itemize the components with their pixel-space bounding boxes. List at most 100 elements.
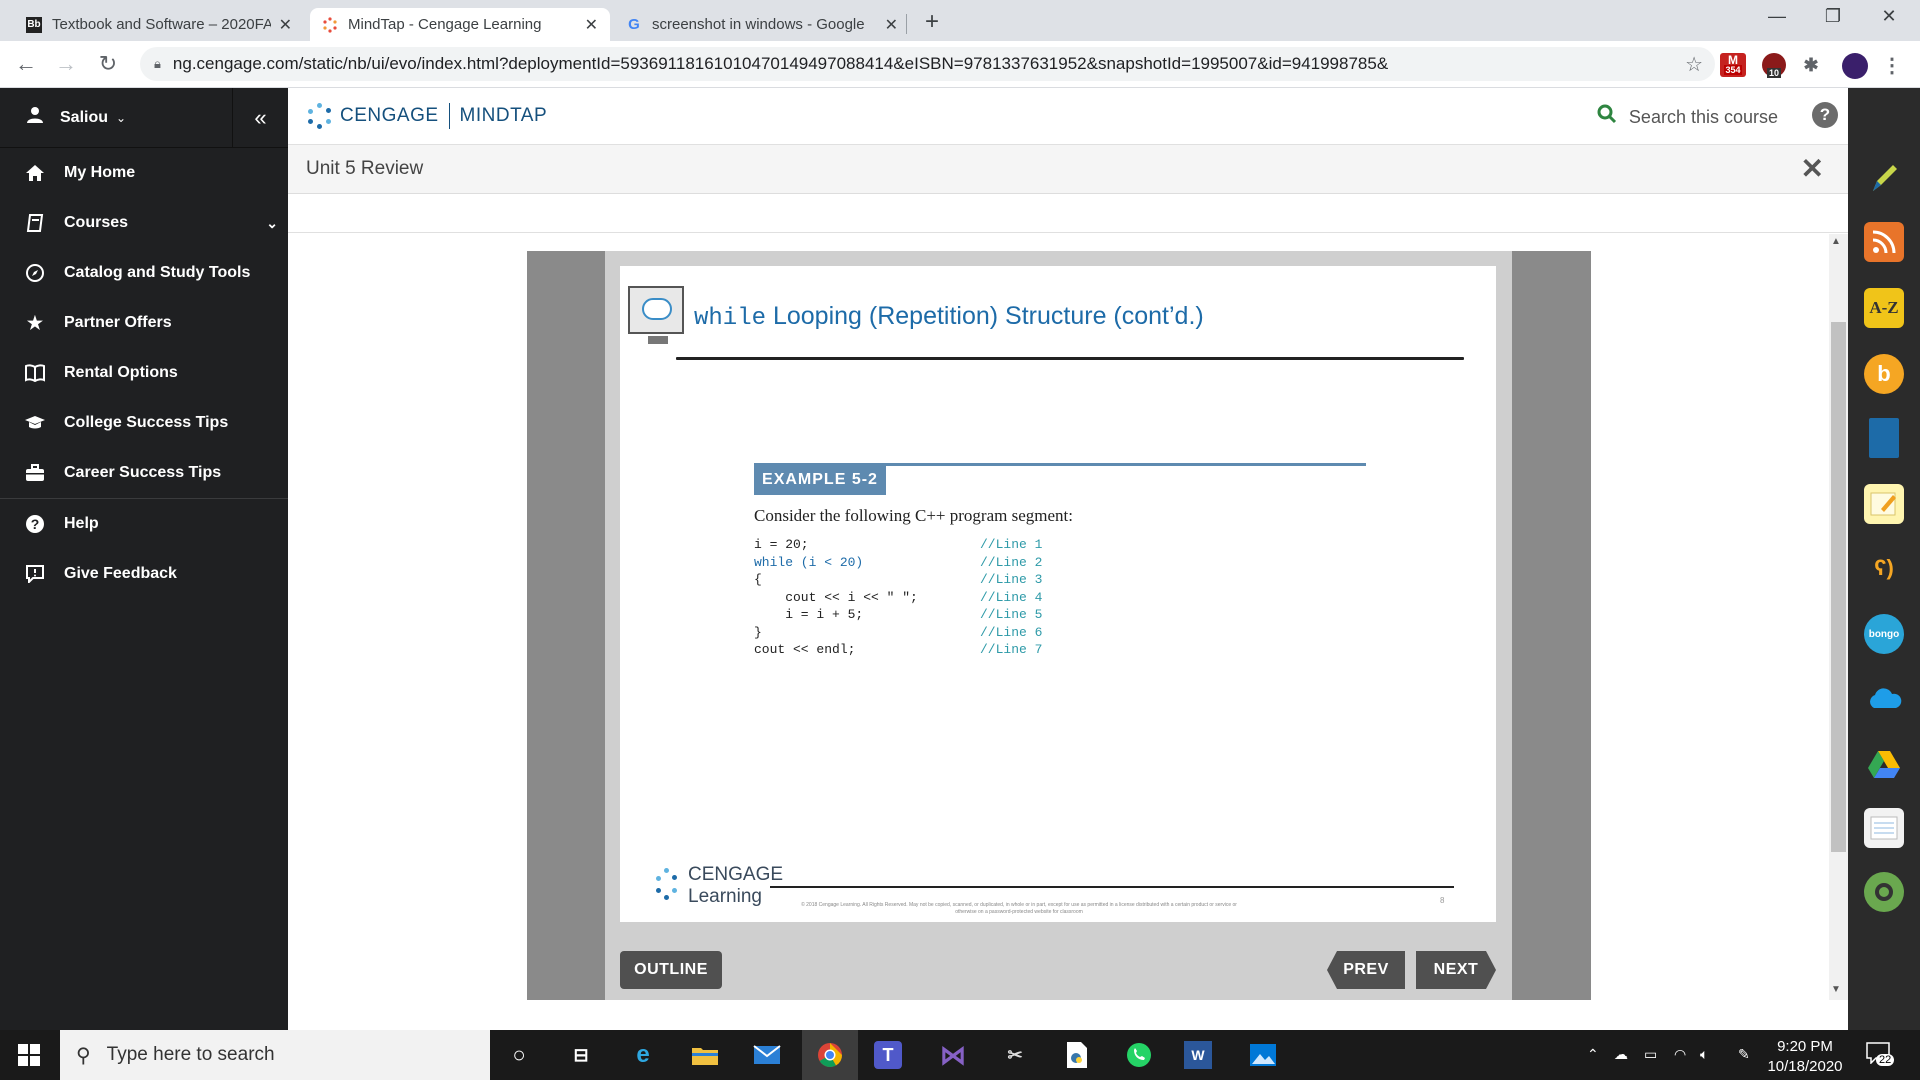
extension-badge-icon[interactable]: 10	[1762, 53, 1786, 78]
browser-menu-icon[interactable]: ⋮	[1882, 53, 1902, 77]
file-explorer-icon[interactable]	[688, 1039, 722, 1071]
sidebar-item-courses[interactable]: Courses ⌄	[0, 198, 288, 248]
outline-button[interactable]: OUTLINE	[620, 951, 722, 989]
collapse-sidebar-button[interactable]: «	[232, 88, 288, 148]
visual-studio-icon[interactable]: ⋈	[936, 1039, 970, 1071]
close-window-icon[interactable]: ✕	[1877, 6, 1901, 27]
cengage-dots-icon	[654, 868, 680, 904]
double-chevron-left-icon: «	[254, 105, 267, 130]
teams-icon[interactable]: T	[874, 1041, 902, 1069]
close-tab-icon[interactable]: ✕	[885, 15, 898, 35]
onedrive-tray-icon[interactable]: ☁	[1614, 1046, 1628, 1063]
code-comment: //Line 7	[980, 642, 1043, 657]
scroll-up-arrow-icon[interactable]: ▲	[1831, 236, 1841, 247]
chevron-down-icon: ⌄	[266, 214, 278, 231]
activity-title-bar: Unit 5 Review ✕	[288, 145, 1848, 194]
clock-time: 9:20 PM	[1777, 1038, 1833, 1055]
tab-title: MindTap - Cengage Learning	[348, 16, 542, 33]
slide: while Looping (Repetition) Structure (co…	[620, 266, 1496, 922]
prev-button[interactable]: PREV	[1327, 951, 1405, 989]
help-button[interactable]: ?	[1812, 102, 1838, 128]
slide-title-code: while	[694, 305, 767, 332]
windows-start-icon[interactable]	[18, 1044, 40, 1066]
sidebar-item-my-home[interactable]: My Home	[0, 148, 288, 198]
battery-icon[interactable]: ▭	[1644, 1046, 1657, 1063]
app-circle-icon[interactable]	[1864, 872, 1904, 912]
app-header: CENGAGE MINDTAP Search this course ?	[288, 88, 1848, 145]
photos-icon[interactable]	[1246, 1039, 1280, 1071]
tab-separator	[906, 14, 907, 34]
sidebar-item-partner-offers[interactable]: ★ Partner Offers	[0, 298, 288, 348]
briefcase-icon	[24, 462, 46, 484]
search-label: Search this course	[1628, 106, 1778, 127]
tab-title: screenshot in windows - Google	[652, 16, 865, 33]
new-tab-button[interactable]: +	[925, 8, 939, 36]
extensions-puzzle-icon[interactable]: ✱	[1800, 53, 1822, 77]
brand-cengage: CENGAGE	[340, 105, 439, 126]
scroll-down-arrow-icon[interactable]: ▼	[1831, 984, 1841, 995]
reload-icon[interactable]: ↻	[94, 51, 122, 77]
google-drive-icon[interactable]	[1864, 744, 1904, 784]
code-comment: //Line 2	[980, 554, 1043, 570]
tray-overflow-icon[interactable]: ⌃	[1587, 1046, 1599, 1063]
readspeaker-icon[interactable]: ʕ)	[1864, 548, 1904, 588]
notebook-icon[interactable]	[1864, 808, 1904, 848]
chrome-icon[interactable]	[813, 1039, 847, 1071]
progress-b-icon[interactable]: b	[1864, 354, 1904, 394]
ebook-icon[interactable]	[1869, 418, 1899, 458]
course-search[interactable]: Search this course	[1597, 104, 1778, 130]
scrollbar-thumb[interactable]	[1831, 322, 1846, 852]
tab-google[interactable]: G screenshot in windows - Google ✕	[614, 8, 910, 41]
highlighter-pen-icon[interactable]	[1864, 158, 1904, 198]
close-tab-icon[interactable]: ✕	[279, 15, 292, 35]
glossary-a-z-icon[interactable]: A-Z	[1864, 288, 1904, 328]
next-button[interactable]: NEXT	[1416, 951, 1496, 989]
pen-workspace-icon[interactable]: ✎	[1738, 1046, 1750, 1063]
maximize-window-icon[interactable]: ❐	[1821, 6, 1845, 27]
sidebar-item-label: Help	[64, 515, 99, 532]
rss-feed-icon[interactable]	[1864, 222, 1904, 262]
word-icon[interactable]: W	[1184, 1041, 1212, 1069]
volume-icon[interactable]: 🔈︎	[1700, 1046, 1708, 1063]
blackboard-favicon-icon: Bb	[26, 16, 42, 33]
tab-mindtap[interactable]: MindTap - Cengage Learning ✕	[310, 8, 610, 41]
sidebar-item-catalog[interactable]: Catalog and Study Tools	[0, 248, 288, 298]
close-activity-icon[interactable]: ✕	[1801, 152, 1824, 185]
tab-textbook[interactable]: Bb Textbook and Software – 2020FA ✕	[14, 8, 304, 41]
sidebar-item-career-success[interactable]: Career Success Tips	[0, 448, 288, 498]
close-tab-icon[interactable]: ✕	[585, 15, 598, 35]
mail-extension-icon[interactable]: M 354	[1720, 53, 1746, 77]
profile-avatar[interactable]	[1842, 53, 1868, 79]
sidebar-item-label: Rental Options	[64, 364, 178, 381]
edge-browser-icon[interactable]: e	[626, 1039, 660, 1071]
cortana-icon[interactable]: ○	[502, 1039, 536, 1071]
bongo-icon[interactable]: bongo	[1864, 614, 1904, 654]
whatsapp-icon[interactable]	[1122, 1039, 1156, 1071]
back-arrow-icon[interactable]: ←	[12, 51, 40, 77]
wifi-icon[interactable]: ◠	[1674, 1046, 1686, 1063]
search-icon	[1597, 104, 1617, 130]
minimize-window-icon[interactable]: —	[1765, 6, 1789, 27]
snipping-tool-icon[interactable]: ✂	[998, 1039, 1032, 1071]
forward-arrow-icon[interactable]: →	[52, 51, 80, 77]
mail-icon[interactable]	[750, 1039, 784, 1071]
book-icon	[24, 212, 46, 234]
notes-icon[interactable]	[1864, 484, 1904, 524]
cengage-mindtap-logo[interactable]: CENGAGE MINDTAP	[306, 103, 547, 129]
onedrive-cloud-icon[interactable]	[1864, 678, 1904, 718]
code-line: i = 20;	[754, 537, 809, 552]
sidebar-item-college-success[interactable]: College Success Tips	[0, 398, 288, 448]
slide-title-rule	[676, 357, 1464, 360]
python-file-icon[interactable]	[1060, 1039, 1094, 1071]
bookmark-star-icon[interactable]: ☆	[1685, 52, 1703, 77]
sidebar-item-help[interactable]: ? Help	[0, 499, 288, 549]
taskbar-search-input[interactable]: ⚲ Type here to search	[60, 1030, 490, 1080]
task-view-icon[interactable]: ⊟	[564, 1039, 598, 1071]
sidebar-item-give-feedback[interactable]: Give Feedback	[0, 549, 288, 599]
sidebar-item-label: Partner Offers	[64, 314, 172, 331]
sidebar-item-rental-options[interactable]: Rental Options	[0, 348, 288, 398]
notification-center-icon[interactable]: 22	[1866, 1042, 1896, 1068]
user-menu[interactable]: Saliou ⌄ «	[0, 88, 288, 148]
url-input[interactable]: 🔒︎ ng.cengage.com/static/nb/ui/evo/index…	[140, 47, 1715, 81]
system-clock[interactable]: 9:20 PM 10/18/2020	[1760, 1037, 1850, 1077]
